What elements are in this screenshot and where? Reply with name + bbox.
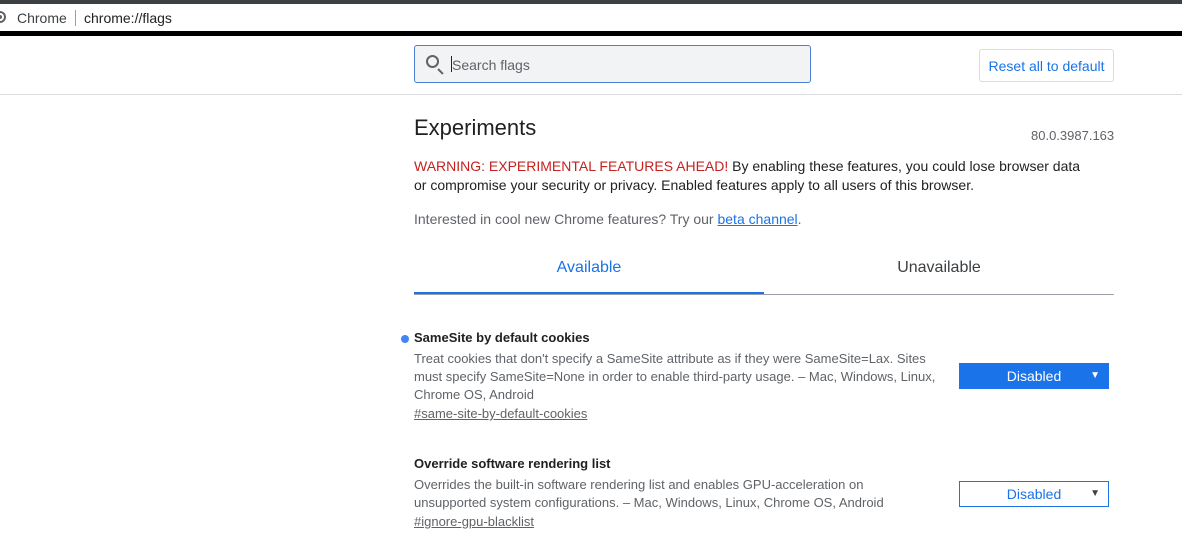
page-title: Experiments: [414, 115, 537, 140]
version-number: 80.0.3987.163: [1031, 128, 1115, 143]
reset-all-button[interactable]: Reset all to default: [979, 49, 1114, 82]
search-input[interactable]: [450, 54, 794, 76]
beta-promo-text: Interested in cool new Chrome features? …: [414, 211, 718, 227]
experiment-link[interactable]: #ignore-gpu-blacklist: [414, 514, 1114, 529]
experiment-description: Treat cookies that don't specify a SameS…: [414, 351, 936, 402]
beta-channel-link[interactable]: beta channel: [717, 211, 797, 227]
active-tab-indicator: [414, 292, 764, 294]
site-info-icon[interactable]: [0, 11, 6, 23]
tab-bar: Available Unavailable: [414, 255, 1114, 295]
experiment-state-select[interactable]: Disabled ▼: [959, 363, 1109, 389]
dropdown-arrow-icon: ▼: [1090, 370, 1100, 381]
experiment-title: SameSite by default cookies: [414, 330, 590, 345]
beta-promo: Interested in cool new Chrome features? …: [414, 211, 802, 227]
experiment-state-select[interactable]: Disabled ▼: [959, 481, 1109, 507]
tab-available[interactable]: Available: [414, 259, 764, 277]
text-caret: [451, 56, 452, 72]
flags-header: Reset all to default: [0, 36, 1182, 95]
select-value: Disabled: [1006, 486, 1062, 502]
address-divider: [75, 10, 76, 26]
experiment-item: Override software rendering list Overrid…: [414, 456, 1114, 529]
url-text[interactable]: chrome://flags: [84, 10, 172, 26]
search-box[interactable]: [414, 45, 811, 83]
experiment-title: Override software rendering list: [414, 456, 611, 471]
experiment-link[interactable]: #same-site-by-default-cookies: [414, 406, 1114, 421]
warning-prefix: WARNING: EXPERIMENTAL FEATURES AHEAD!: [414, 158, 729, 174]
select-value: Disabled: [1006, 368, 1062, 384]
search-icon: [426, 55, 439, 68]
tab-unavailable[interactable]: Unavailable: [764, 259, 1114, 277]
experiment-description: Overrides the built-in software renderin…: [414, 477, 884, 510]
address-bar[interactable]: Chrome chrome://flags: [0, 4, 1182, 31]
warning-message: WARNING: EXPERIMENTAL FEATURES AHEAD! By…: [414, 157, 1094, 195]
dropdown-arrow-icon: ▼: [1090, 488, 1100, 499]
modified-indicator: [401, 335, 409, 343]
experiment-item: SameSite by default cookies Treat cookie…: [401, 330, 1114, 421]
chrome-origin-label: Chrome: [17, 10, 67, 26]
beta-promo-suffix: .: [797, 211, 802, 227]
